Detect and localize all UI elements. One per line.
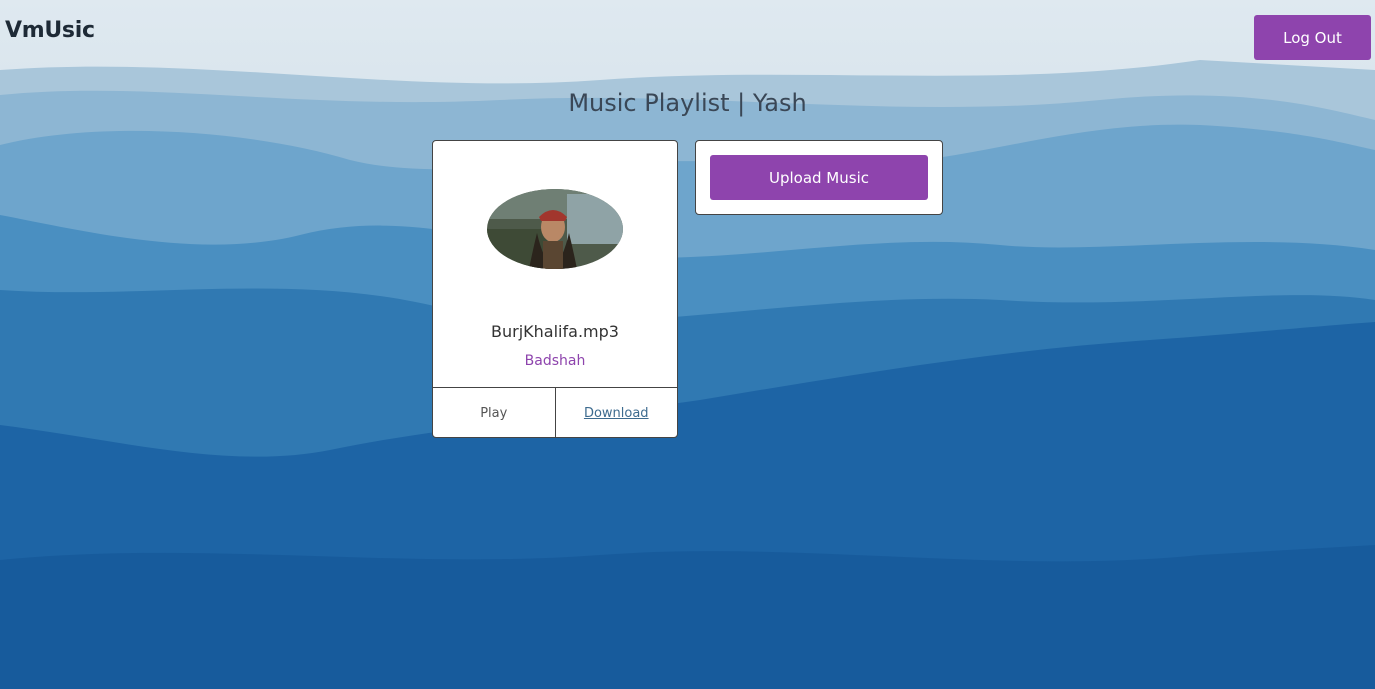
song-actions: Play Download [433,387,678,437]
upload-card: Upload Music [695,140,943,215]
song-title: BurjKhalifa.mp3 [491,322,619,341]
page-title: Music Playlist | Yash [568,89,807,117]
song-card: BurjKhalifa.mp3 Badshah Play Download [432,140,678,438]
download-link[interactable]: Download [554,388,678,437]
brand-logo[interactable]: VmUsic [5,18,95,43]
album-art-image [487,189,623,269]
upload-music-button[interactable]: Upload Music [710,155,928,200]
play-button[interactable]: Play [433,388,555,437]
logout-button[interactable]: Log Out [1254,15,1371,60]
song-artist: Badshah [524,353,586,369]
